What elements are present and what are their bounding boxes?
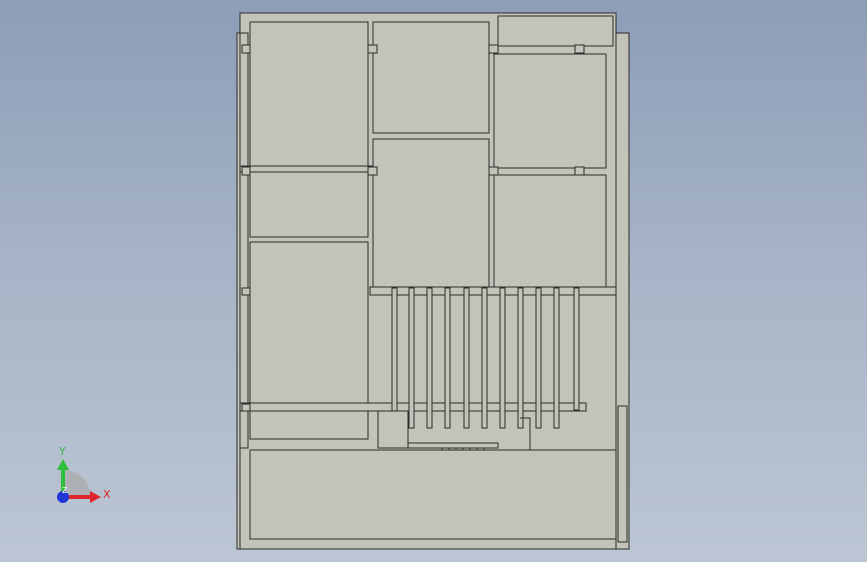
din-rail-1 <box>239 165 374 173</box>
module-center-top <box>372 21 490 134</box>
module-center-bottom <box>372 138 490 288</box>
mount-block <box>367 166 378 176</box>
terminal-wire <box>391 287 398 429</box>
terminal-strip <box>407 442 499 449</box>
right-door-edge <box>617 405 628 543</box>
terminal-wire <box>444 287 451 429</box>
mount-block <box>488 166 499 176</box>
mount-block <box>574 44 585 54</box>
module-right-top <box>493 53 607 169</box>
mount-block <box>574 166 585 176</box>
mount-block <box>241 44 251 54</box>
axis-triad: Y X Z <box>57 445 111 503</box>
triad-z-label: Z <box>62 486 68 495</box>
triad-y-arrowhead <box>57 459 69 470</box>
terminal-wire <box>426 287 433 429</box>
bottom-base-plate <box>249 449 617 540</box>
mount-block <box>241 287 251 296</box>
mount-block <box>241 403 251 412</box>
terminal-wire <box>463 287 470 429</box>
control-cabinet-model <box>236 12 630 550</box>
mount-block <box>367 44 378 54</box>
module-left-mid <box>249 171 369 238</box>
terminal-wire <box>553 287 560 429</box>
terminal-wire <box>535 287 542 429</box>
cable-duct-stub <box>377 410 409 449</box>
terminal-wire <box>481 287 488 429</box>
triad-x-arrowhead <box>90 491 101 503</box>
mount-block <box>488 44 499 54</box>
cabinet-top-panel <box>497 15 614 47</box>
cad-drawing[interactable]: Y X Z <box>0 0 867 562</box>
terminal-wire <box>517 287 524 429</box>
mount-block <box>241 166 251 176</box>
terminal-wire <box>499 287 506 429</box>
left-rail <box>239 32 249 449</box>
module-right-bottom <box>493 174 607 288</box>
cad-viewport[interactable]: Y X Z <box>0 0 867 562</box>
terminal-wire <box>573 287 580 411</box>
module-left-top <box>249 21 369 167</box>
triad-y-label: Y <box>58 445 66 458</box>
triad-x-label: X <box>103 488 111 501</box>
terminal-wire <box>408 287 415 429</box>
